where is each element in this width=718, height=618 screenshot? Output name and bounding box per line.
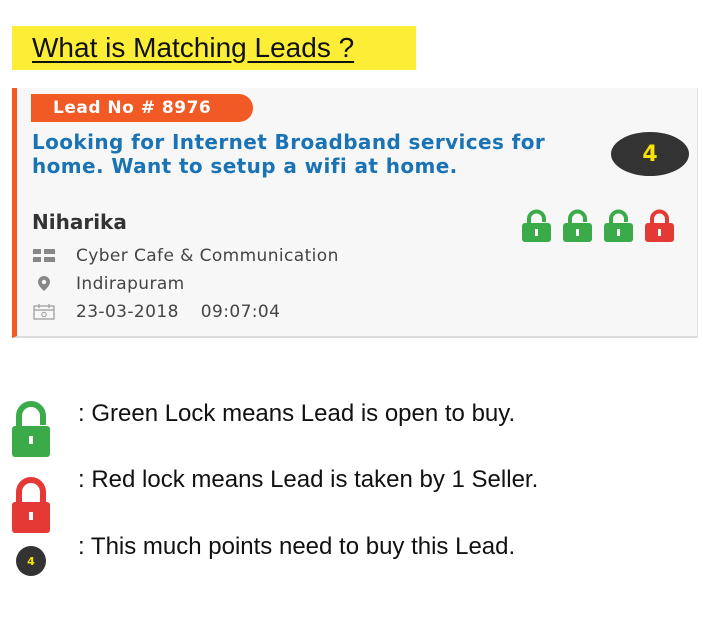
red-lock-icon	[645, 209, 674, 242]
date-text: 23-03-2018	[76, 302, 179, 322]
location-pin-icon	[32, 274, 56, 294]
lead-title[interactable]: Looking for Internet Broadband services …	[32, 130, 572, 178]
legend-red-lock: : Red lock means Lead is taken by 1 Sell…	[78, 466, 539, 493]
location-row: Indirapuram	[32, 274, 185, 294]
category-row: Cyber Cafe & Communication	[32, 246, 339, 266]
green-lock-icon	[563, 209, 592, 242]
location-text: Indirapuram	[76, 274, 185, 294]
datetime-row: 23-03-2018 09:07:04	[32, 302, 280, 322]
green-lock-icon	[522, 209, 551, 242]
green-lock-icon	[604, 209, 633, 242]
page-heading: What is Matching Leads ?	[12, 26, 416, 70]
legend-points: : This much points need to buy this Lead…	[78, 533, 516, 560]
time-text: 09:07:04	[200, 302, 281, 322]
lead-card[interactable]: Lead No # 8976 Looking for Internet Broa…	[12, 88, 698, 338]
red-lock-icon	[12, 477, 50, 533]
buyer-name: Niharika	[32, 210, 127, 234]
points-badge-icon: 4	[16, 546, 46, 576]
calendar-icon	[32, 302, 56, 322]
lock-status-group	[520, 208, 676, 242]
green-lock-icon	[12, 401, 50, 457]
category-text: Cyber Cafe & Communication	[76, 246, 339, 266]
lead-number-badge: Lead No # 8976	[31, 94, 253, 122]
category-icon	[32, 246, 56, 266]
points-badge: 4	[611, 132, 689, 176]
legend-green-lock: : Green Lock means Lead is open to buy.	[78, 400, 516, 427]
page-heading-text: What is Matching Leads ?	[32, 32, 355, 63]
